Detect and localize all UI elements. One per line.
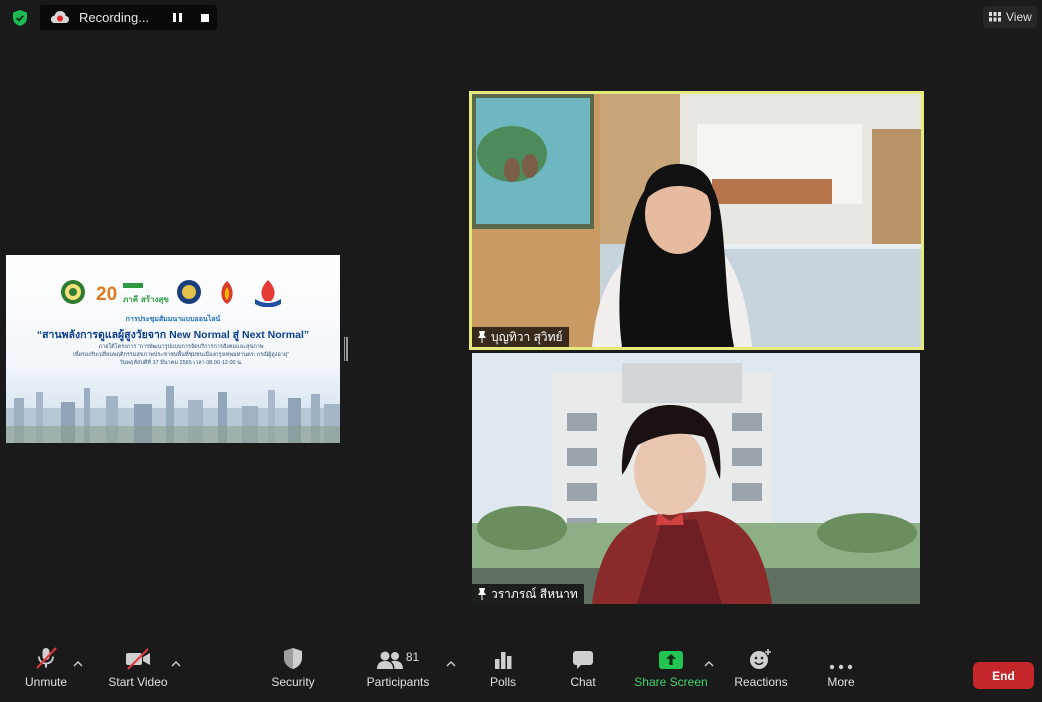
polls-label: Polls [489,675,516,689]
chat-button[interactable]: Chat [562,640,604,700]
organization-logos: 20 ภาคี สร้างสุข [61,280,281,307]
view-label: View [1006,10,1032,24]
city-skyline-image [6,386,340,443]
pin-icon [478,588,486,600]
share-screen-label: Share Screen [634,675,708,689]
more-label: More [827,675,855,689]
start-video-label: Start Video [108,675,168,689]
unmute-label: Unmute [24,675,68,689]
seminar-title: “สานพลังการดูแลผู้สูงวัยจาก New Normal ส… [36,329,310,341]
shared-screen-content[interactable]: 20 ภาคี สร้างสุข การประชุมสัมมนาแบบออนไล… [6,255,340,443]
cloud-recording-icon [51,11,69,23]
start-video-button[interactable]: Start Video [104,640,172,700]
chat-icon [573,651,593,669]
video-options-caret-icon[interactable] [171,660,181,668]
participants-count: 81 [405,650,420,664]
reactions-label: Reactions [734,675,788,689]
participants-label: Participants [366,675,430,689]
unmute-button[interactable]: Unmute [18,640,74,700]
participants-options-caret-icon[interactable] [446,660,456,668]
recording-label: Recording... [79,10,150,25]
participants-button[interactable]: 81 Participants [363,640,433,700]
date-line: วันพฤหัสบดีที่ 17 มีนาคม 2565 เวลา 08.00… [119,360,243,366]
more-button[interactable]: More [823,640,859,700]
reactions-emoji-icon [750,649,771,669]
video-off-icon [126,648,150,670]
pin-icon [478,331,486,343]
security-label: Security [271,675,315,689]
reactions-button[interactable]: Reactions [731,640,791,700]
participant-name-tag: วราภรณ์ สีหนาท [472,584,584,604]
participant-name: วราภรณ์ สีหนาท [491,586,578,601]
share-options-caret-icon[interactable] [704,660,714,668]
view-button[interactable]: View [983,6,1037,28]
participant-video-feed [472,353,920,604]
anniversary-subtext: ภาคี สร้างสุข [123,294,169,305]
stop-recording-button[interactable] [196,9,214,26]
seminar-subtitle: การประชุมสัมมนาแบบออนไลน์ [125,316,221,323]
share-screen-icon [659,651,683,669]
grid-view-icon [989,12,1001,22]
project-line-2: เพื่อรองรับเปลี่ยนพฤติกรรมสุขภาพประชาชนพ… [73,352,289,358]
project-line-1: ภายใต้โครงการ “การพัฒนารูปแบบการจัดบริกา… [98,344,264,350]
muted-microphone-icon [36,647,57,669]
participants-icon [376,651,403,669]
security-button[interactable]: Security [266,640,320,700]
security-shield-icon [284,648,302,669]
participant-video-feed [472,94,921,347]
participant-name: บุญทิวา สุวิทย์ [491,329,563,344]
pause-recording-button[interactable] [168,9,186,26]
participant-video-tile[interactable]: วราภรณ์ สีหนาท [472,353,920,604]
anniversary-number: 20 [96,284,117,305]
panel-resize-handle[interactable] [344,337,349,361]
participant-video-tile[interactable]: บุญทิวา สุวิทย์ [469,91,924,350]
participant-name-tag: บุญทิวา สุวิทย์ [472,327,569,347]
end-meeting-button[interactable]: End [973,662,1034,689]
polls-button[interactable]: Polls [480,640,526,700]
recording-indicator: Recording... [40,5,217,30]
share-screen-button[interactable]: Share Screen [632,640,710,700]
polls-icon [495,652,512,669]
audio-options-caret-icon[interactable] [73,660,83,668]
encryption-shield-icon[interactable] [12,9,28,27]
more-dots-icon [829,664,853,670]
meeting-controls-toolbar: Unmute Start Video Security 81 Participa… [0,640,1042,702]
chat-label: Chat [570,675,596,689]
